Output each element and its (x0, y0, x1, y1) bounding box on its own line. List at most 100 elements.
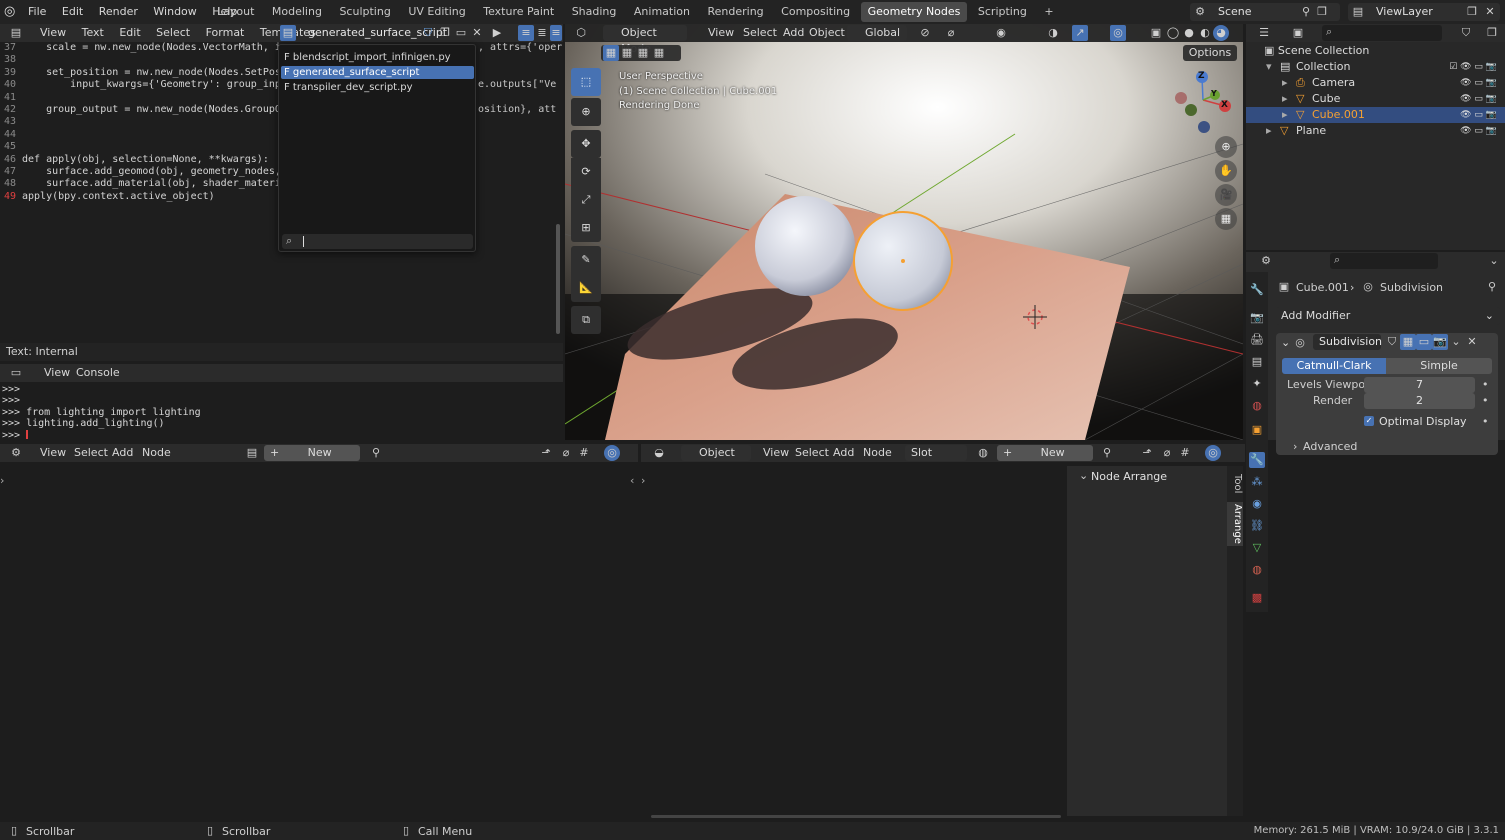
menu-render[interactable]: Render (93, 2, 144, 22)
text-file-name-field[interactable]: generated_surface_script (302, 25, 447, 41)
material-browse-icon[interactable]: ◍ (975, 445, 991, 461)
tab-scripting[interactable]: Scripting (971, 2, 1034, 22)
scene-tab-icon[interactable]: ✦ (1249, 376, 1265, 392)
console-output[interactable]: >>> >>> >>> from lighting import lightin… (2, 384, 201, 441)
3d-viewport[interactable]: ⬡ Object Mode View Select Add Object Glo… (565, 24, 1243, 440)
text-menu-text[interactable]: Text (76, 23, 110, 43)
sidebar-expand-icon[interactable]: › (641, 474, 645, 487)
pan-icon[interactable]: ✋ (1215, 160, 1237, 182)
word-wrap-icon[interactable]: ≣ (534, 25, 550, 41)
rotate-tool-icon[interactable]: ⟳ (571, 158, 601, 186)
dropdown-item[interactable]: F blendscript_import_infinigen.py (281, 51, 474, 64)
node-menu-node[interactable]: Node (136, 443, 177, 463)
edit-mode-toggle-icon[interactable]: ⛉ (1384, 334, 1400, 350)
tab-rendering[interactable]: Rendering (700, 2, 770, 22)
overlay-icon[interactable]: ◎ (604, 445, 620, 461)
outliner-root[interactable]: ▣ Scene Collection (1246, 43, 1505, 59)
new-material-button[interactable]: + New (997, 445, 1093, 461)
proportional-edit-icon[interactable]: ◉ (993, 25, 1009, 41)
snap-icon[interactable]: ⌀ (1159, 445, 1175, 461)
menu-window[interactable]: Window (147, 2, 202, 22)
modifier-name-field[interactable]: Subdivision (1313, 334, 1382, 350)
remove-view-layer-icon[interactable]: ✕ (1482, 4, 1498, 20)
new-text-icon[interactable]: ❐ (437, 25, 453, 41)
transform-tool-icon[interactable]: ⊞ (571, 214, 601, 242)
dropdown-item[interactable]: F transpiler_dev_script.py (281, 81, 474, 94)
line-numbers-icon[interactable]: ≡ (518, 25, 534, 41)
xray-icon[interactable]: ▣ (1148, 25, 1164, 41)
visibility-toggles[interactable]: ☑ 👁 ▭ 📷 (1449, 59, 1497, 75)
viewport-menu-object[interactable]: Object (803, 24, 851, 43)
node-editor-type-icon[interactable]: ⚙ (8, 445, 24, 461)
overlay-icon[interactable]: ◎ (1205, 445, 1221, 461)
keyframe-dot[interactable]: • (1482, 378, 1489, 391)
console-menu-console[interactable]: Console (70, 363, 126, 383)
shader-menu-add[interactable]: Add (827, 443, 860, 463)
fake-user-icon[interactable]: ⛉ (420, 25, 436, 41)
outliner-item[interactable]: ▸ ▽ Plane 👁 ▭ 📷 (1246, 123, 1505, 139)
tab-animation[interactable]: Animation (627, 2, 697, 22)
new-view-layer-icon[interactable]: ❐ (1464, 4, 1480, 20)
text-scrollbar[interactable] (556, 224, 560, 334)
editor-type-icon[interactable]: ▤ (8, 25, 24, 41)
object-tab-icon[interactable]: ▣ (1249, 422, 1265, 438)
pin-icon[interactable]: ⚲ (1298, 4, 1314, 20)
visibility-toggles[interactable]: 👁 ▭ 📷 (1460, 91, 1497, 107)
ortho-toggle-icon[interactable]: ▦ (1215, 208, 1237, 230)
constraints-tab-icon[interactable]: ⛓ (1249, 518, 1265, 534)
expand-arrow-icon[interactable]: ▾ (1266, 59, 1272, 75)
outliner-item[interactable]: ▸ ⎙ Camera 👁 ▭ 📷 (1246, 75, 1505, 91)
visibility-toggles[interactable]: 👁 ▭ 📷 (1460, 107, 1497, 123)
particles-tab-icon[interactable]: ⁂ (1249, 474, 1265, 490)
scene-selector[interactable]: ⚙ Scene ⚲ ❐ (1190, 3, 1340, 21)
text-menu-format[interactable]: Format (200, 23, 251, 43)
open-text-icon[interactable]: ▭ (453, 25, 469, 41)
visibility-icon[interactable]: ◑ (1045, 25, 1061, 41)
pin-icon[interactable]: ⚲ (1484, 279, 1500, 295)
data-tab-icon[interactable]: ▽ (1249, 540, 1265, 556)
blender-logo-icon[interactable]: ◎ (4, 4, 20, 20)
material-tab-icon[interactable]: ◍ (1249, 562, 1265, 578)
pin-icon[interactable]: ⚲ (368, 445, 384, 461)
tab-modeling[interactable]: Modeling (265, 2, 329, 22)
shader-type-dropdown[interactable]: Object (681, 445, 751, 461)
node-editor-left[interactable]: ⚙ View Select Add Node ▤ + New ⚲ ⬏ ⌀ # ◎ … (0, 442, 638, 820)
zoom-icon[interactable]: ⊕ (1215, 136, 1237, 158)
properties-options-icon[interactable]: ⌄ (1486, 253, 1502, 269)
pin-icon[interactable]: ⚲ (1099, 445, 1115, 461)
world-tab-icon[interactable]: ◍ (1249, 398, 1265, 414)
move-tool-icon[interactable]: ✥ (571, 130, 601, 158)
on-cage-toggle-icon[interactable]: ▦ (1400, 334, 1416, 350)
syntax-highlight-icon[interactable]: ≡ (550, 25, 562, 41)
text-browse-icon[interactable]: ▤ (280, 25, 296, 41)
gizmo-icon[interactable]: ↗ (1072, 25, 1088, 41)
display-mode-icon[interactable]: ▣ (1290, 25, 1306, 41)
shader-menu-node[interactable]: Node (857, 443, 898, 463)
add-modifier-dropdown[interactable]: Add Modifier ⌄ (1276, 307, 1500, 325)
snap-icon[interactable]: ⌀ (558, 445, 574, 461)
tab-compositing[interactable]: Compositing (774, 2, 857, 22)
tab-texture-paint[interactable]: Texture Paint (476, 2, 561, 22)
transform-orientation-dropdown[interactable]: Global (847, 25, 907, 41)
viewport-menu-view[interactable]: View (702, 24, 740, 43)
properties-editor-type-icon[interactable]: ⚙ (1258, 253, 1274, 269)
chevron-down-icon[interactable]: ⌄ (1079, 469, 1088, 482)
tab-layout[interactable]: Layout (210, 2, 261, 22)
snap-icon[interactable]: ⌀ (943, 25, 959, 41)
chevron-right-icon[interactable]: › (1293, 440, 1297, 453)
rendered-shading-icon[interactable]: ◕ (1213, 25, 1229, 41)
console-editor-type-icon[interactable]: ▭ (8, 365, 24, 381)
expand-arrow-icon[interactable]: ▸ (1282, 107, 1288, 123)
properties-search-input[interactable]: ⌕ (1330, 253, 1438, 269)
close-icon[interactable]: ✕ (1464, 334, 1480, 350)
texture-tab-icon[interactable]: ▩ (1249, 590, 1265, 606)
outliner-editor-type-icon[interactable]: ☰ (1256, 25, 1272, 41)
options-button[interactable]: Options (1183, 45, 1237, 61)
pivot-icon[interactable]: ⊘ (917, 25, 933, 41)
add-workspace-button[interactable]: + (1037, 2, 1060, 22)
levels-viewport-field[interactable]: 7 (1364, 377, 1475, 393)
new-collection-icon[interactable]: ❐ (1484, 25, 1500, 41)
select-new-icon[interactable]: ▦ (603, 45, 619, 61)
overlays-icon[interactable]: ◎ (1110, 25, 1126, 41)
text-menu-select[interactable]: Select (150, 23, 196, 43)
